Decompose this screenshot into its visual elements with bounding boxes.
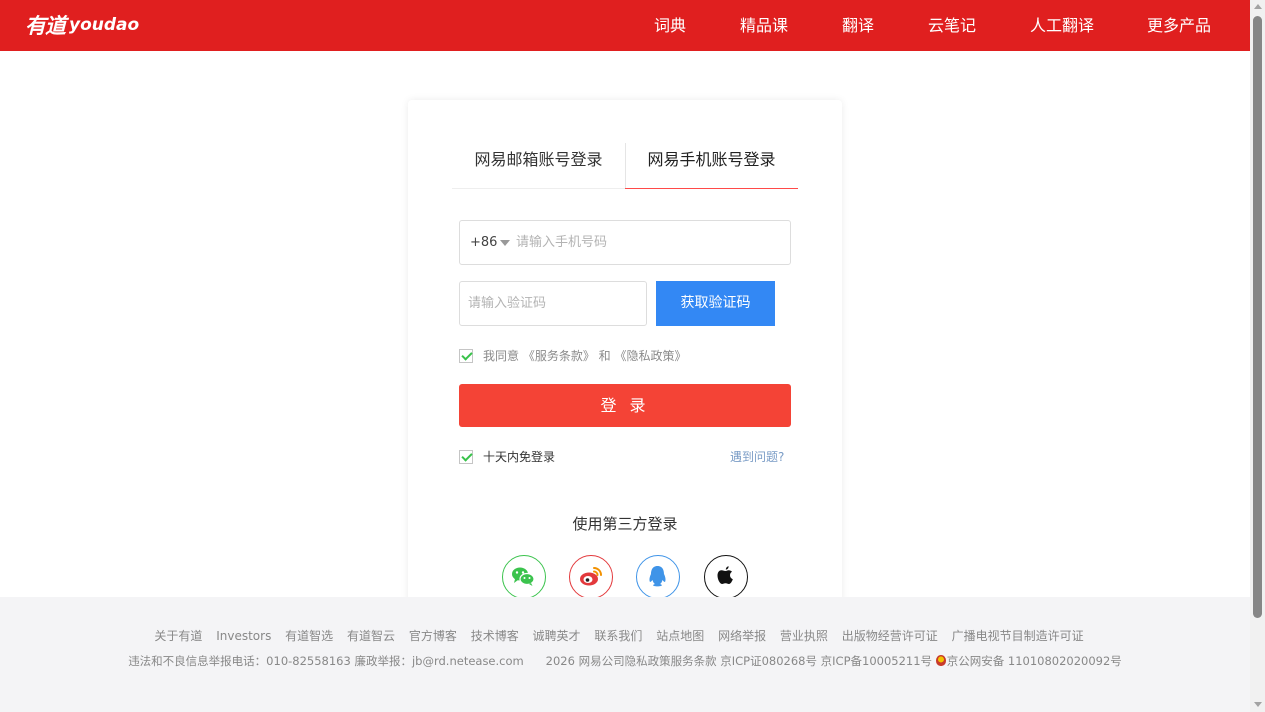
verification-code-input[interactable] <box>468 283 643 324</box>
police-record-text[interactable]: 京公网安备 11010802020092号 <box>947 654 1122 668</box>
phone-field: +86 <box>459 220 791 265</box>
footer-link[interactable]: 关于有道 <box>154 629 202 643</box>
police-badge-icon <box>935 655 946 666</box>
wechat-login-button[interactable] <box>502 555 546 599</box>
top-navigation-bar: 有道 youdao 词典 精品课 翻译 云笔记 人工翻译 更多产品 <box>0 0 1250 51</box>
tab-email-login[interactable]: 网易邮箱账号登录 <box>452 145 625 189</box>
nav-item-courses[interactable]: 精品课 <box>740 0 788 51</box>
remember-me-label[interactable]: 十天内免登录 <box>483 448 555 465</box>
nav-item-human-translation[interactable]: 人工翻译 <box>1030 0 1094 51</box>
logo-english-text: youdao <box>69 15 140 35</box>
footer-link[interactable]: 出版物经营许可证 <box>842 629 938 643</box>
scroll-up-icon[interactable] <box>1254 4 1262 9</box>
footer-link[interactable]: 有道智选 <box>285 629 333 643</box>
verification-code-field <box>459 281 647 326</box>
qq-login-button[interactable] <box>636 555 680 599</box>
scroll-down-icon[interactable] <box>1254 702 1262 707</box>
agree-prefix: 我同意 <box>483 349 523 363</box>
footer-link[interactable]: 技术博客 <box>471 629 519 643</box>
terms-of-service-link[interactable]: 《服务条款》 <box>523 349 595 363</box>
page-scrollbar[interactable] <box>1250 0 1265 712</box>
footer-link[interactable]: 营业执照 <box>780 629 828 643</box>
footer-link[interactable]: 网络举报 <box>718 629 766 643</box>
login-page: 有道 youdao 词典 精品课 翻译 云笔记 人工翻译 更多产品 网易邮箱账号… <box>0 0 1265 712</box>
footer-legal-line: 违法和不良信息举报电话：010-82558163 廉政举报：jb@rd.nete… <box>0 653 1250 669</box>
footer-link[interactable]: 联系我们 <box>594 629 642 643</box>
nav-item-more-products[interactable]: 更多产品 <box>1147 0 1211 51</box>
help-link[interactable]: 遇到问题? <box>730 448 784 465</box>
privacy-policy-link[interactable]: 《隐私政策》 <box>614 349 686 363</box>
copyright-text[interactable]: 2026 网易公司隐私政策服务条款 京ICP证080268号 京ICP备1000… <box>546 654 932 668</box>
wechat-icon <box>512 567 535 586</box>
footer-link[interactable]: 诚聘英才 <box>533 629 581 643</box>
footer-link[interactable]: Investors <box>216 629 271 643</box>
weibo-login-button[interactable] <box>569 555 613 599</box>
agree-terms-text: 我同意 《服务条款》 和 《隐私政策》 <box>483 347 687 364</box>
login-card: 网易邮箱账号登录 网易手机账号登录 +86 获取验证码 我同意 《服务条款》 和… <box>408 100 842 620</box>
footer-link[interactable]: 有道智云 <box>347 629 395 643</box>
login-button[interactable]: 登 录 <box>459 384 791 427</box>
page-footer: 关于有道 Investors 有道智选 有道智云 官方博客 技术博客 诚聘英才 … <box>0 597 1250 712</box>
footer-links: 关于有道 Investors 有道智选 有道智云 官方博客 技术博客 诚聘英才 … <box>0 627 1238 644</box>
remember-me-checkbox[interactable] <box>459 450 473 464</box>
youdao-logo[interactable]: 有道 youdao <box>25 10 139 40</box>
logo-chinese-text: 有道 <box>25 13 66 38</box>
scrollbar-thumb[interactable] <box>1253 16 1262 618</box>
apple-icon <box>717 566 733 584</box>
chevron-down-icon[interactable] <box>500 240 510 246</box>
tab-phone-login[interactable]: 网易手机账号登录 <box>625 145 798 189</box>
footer-link[interactable]: 广播电视节目制造许可证 <box>952 629 1084 643</box>
weibo-icon <box>580 567 602 586</box>
nav-item-cloud-notes[interactable]: 云笔记 <box>928 0 976 51</box>
nav-item-dictionary[interactable]: 词典 <box>654 0 686 51</box>
footer-link[interactable]: 官方博客 <box>409 629 457 643</box>
country-code-selector[interactable]: +86 <box>470 221 497 264</box>
third-party-login-title: 使用第三方登录 <box>572 515 678 533</box>
agree-and: 和 <box>594 349 615 363</box>
agree-terms-checkbox[interactable] <box>459 349 473 363</box>
report-contact-text: 违法和不良信息举报电话：010-82558163 廉政举报：jb@rd.nete… <box>128 654 524 668</box>
qq-icon <box>649 566 666 587</box>
footer-link[interactable]: 站点地图 <box>656 629 704 643</box>
apple-login-button[interactable] <box>704 555 748 599</box>
phone-number-input[interactable] <box>516 222 786 263</box>
nav-item-translate[interactable]: 翻译 <box>842 0 874 51</box>
get-code-button[interactable]: 获取验证码 <box>656 281 775 326</box>
